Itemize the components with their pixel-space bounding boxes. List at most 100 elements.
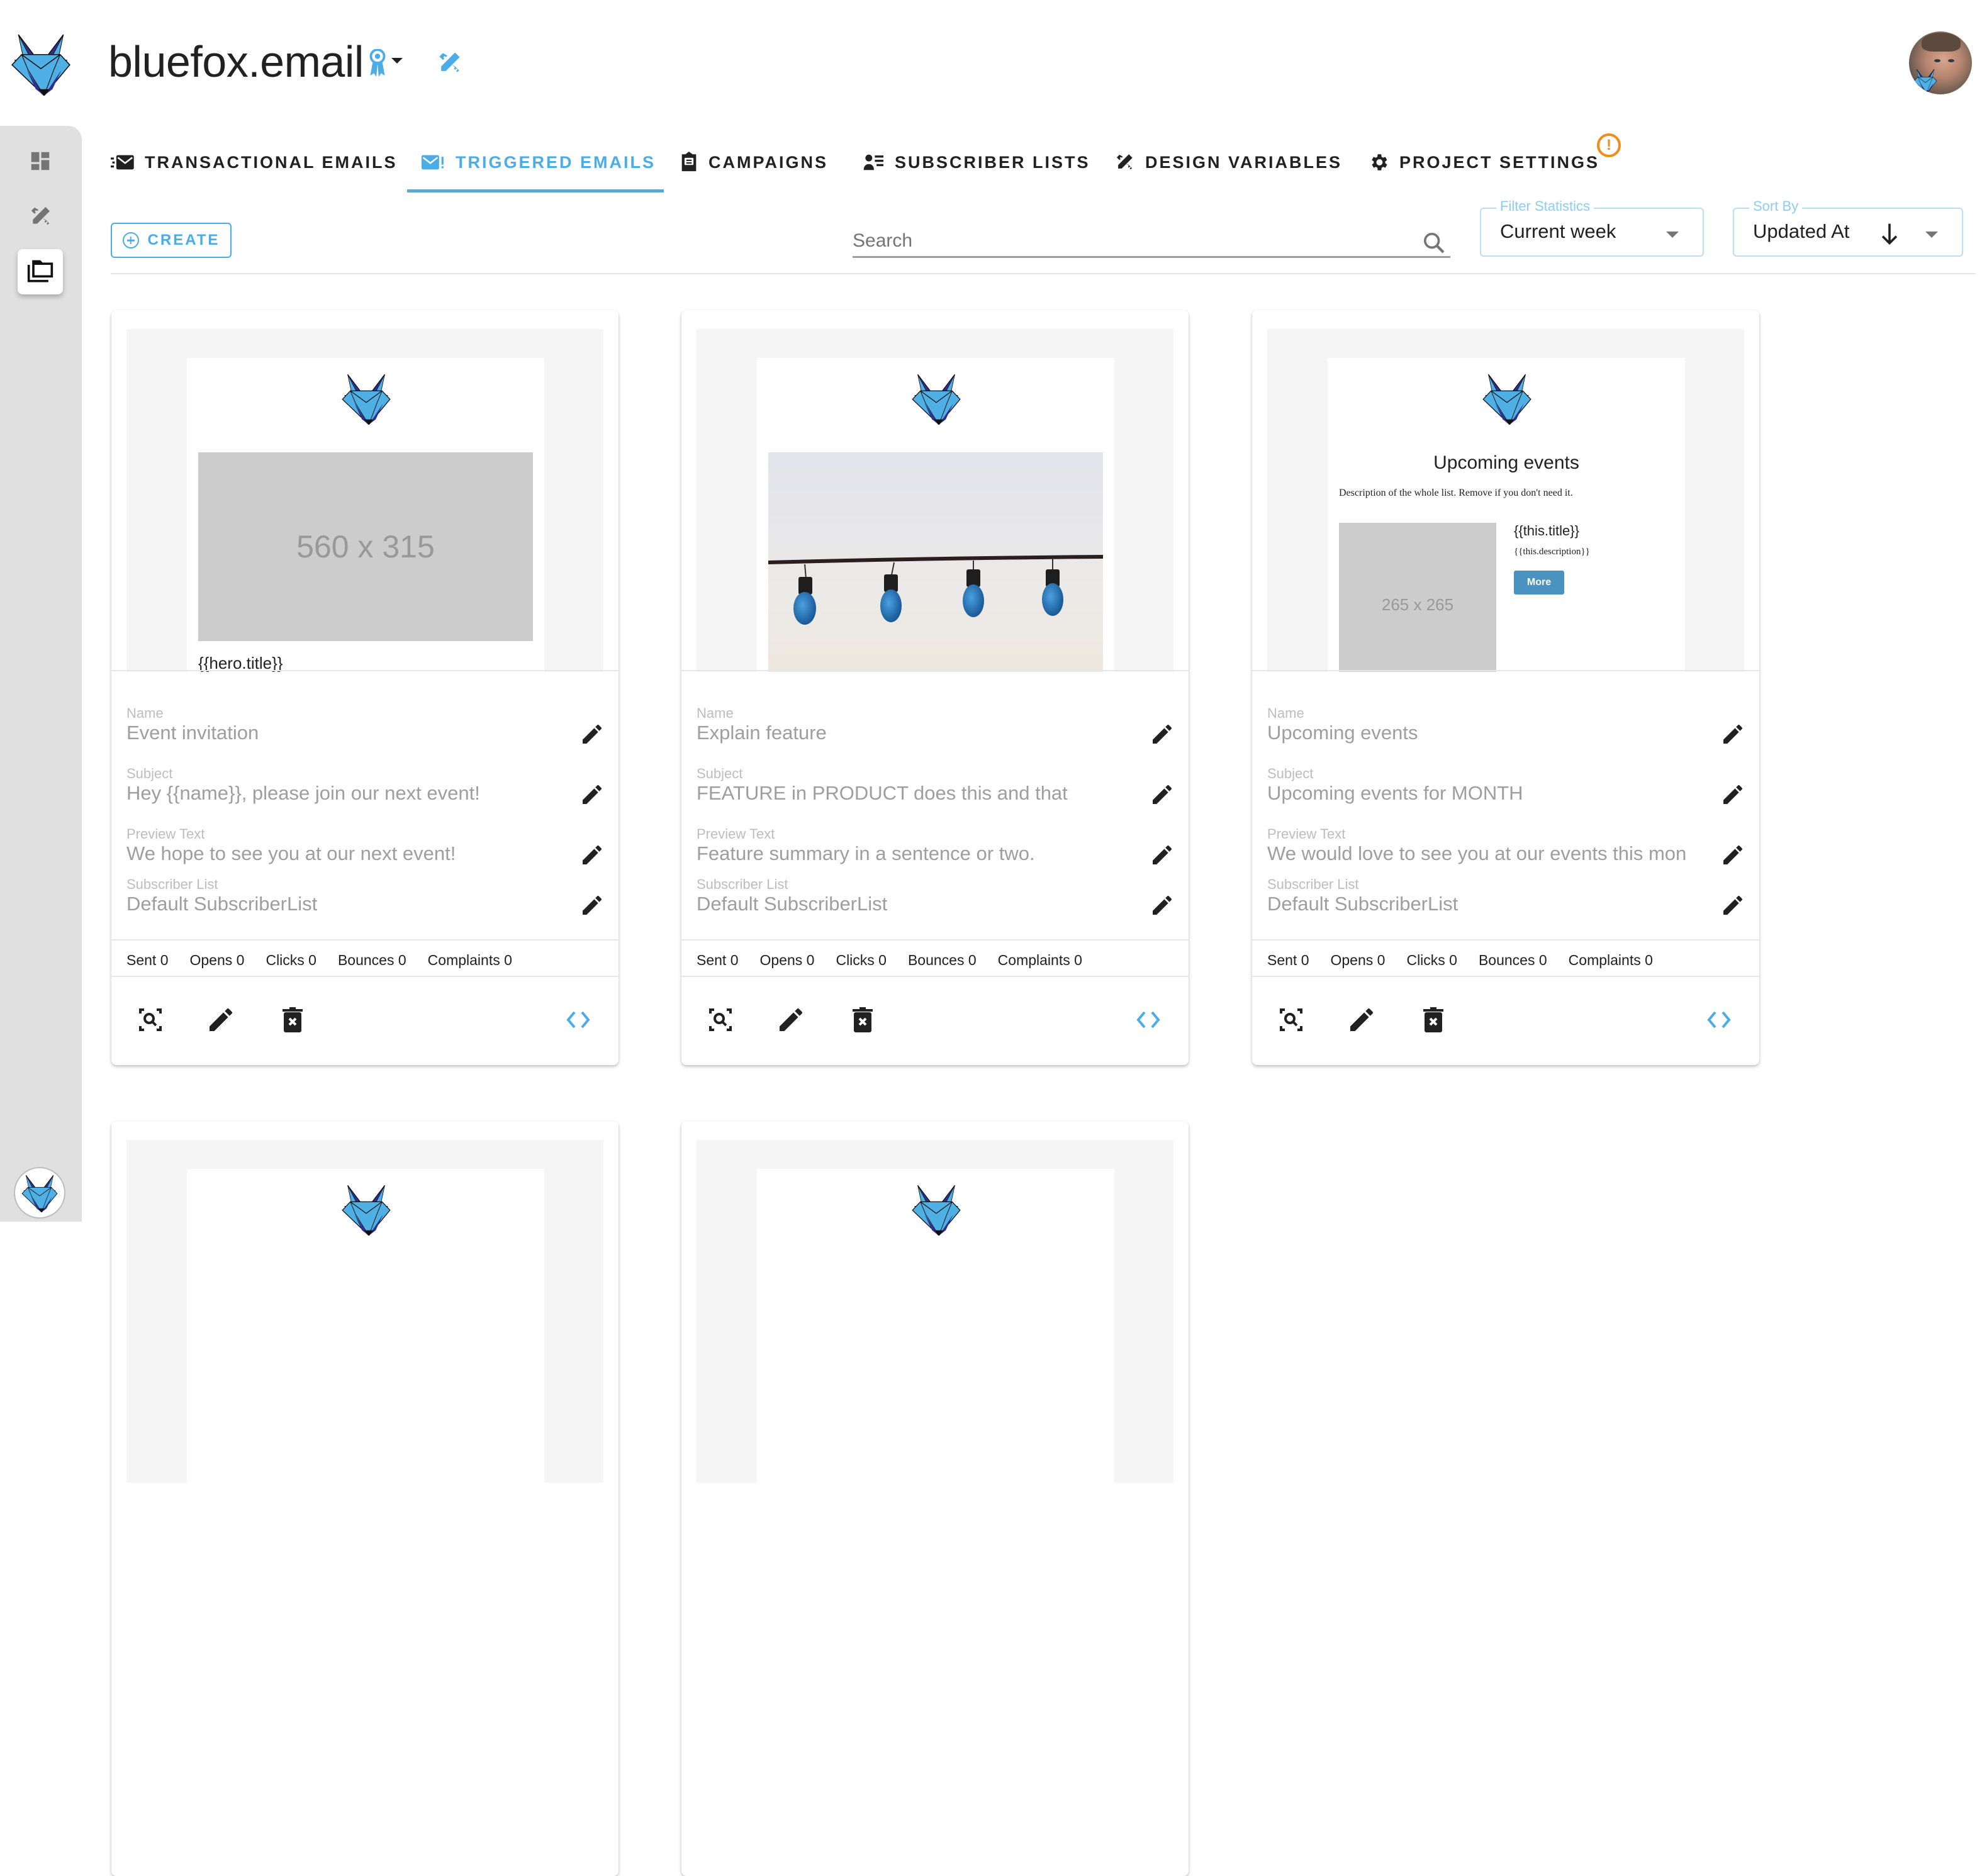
image-placeholder: 560 x 315 xyxy=(198,452,533,641)
tab-triggered-emails[interactable]: TRIGGERED EMAILS xyxy=(422,143,656,181)
tab-transactional-emails[interactable]: TRANSACTIONAL EMAILS xyxy=(111,143,398,181)
image-placeholder: 265 x 265 xyxy=(1339,523,1496,672)
tab-label: TRIGGERED EMAILS xyxy=(456,152,656,172)
stat-complaints: Complaints 0 xyxy=(1568,952,1653,968)
sidebar-item-design[interactable] xyxy=(18,194,63,239)
code-icon[interactable] xyxy=(563,1005,593,1035)
divider xyxy=(111,670,619,671)
field-value: Feature summary in a sentence or two. xyxy=(697,842,1035,864)
create-button[interactable]: CREATE xyxy=(111,223,232,258)
tab-project-settings[interactable]: PROJECT SETTINGS xyxy=(1368,143,1599,181)
email-preview[interactable]: 560 x 315 {{hero.title}} xyxy=(126,329,603,672)
card-actions xyxy=(111,977,619,1065)
edit-icon[interactable] xyxy=(1720,893,1745,918)
tab-label: SUBSCRIBER LISTS xyxy=(895,152,1090,172)
item-title: {{this.title}} xyxy=(1514,523,1579,539)
edit-icon[interactable] xyxy=(1720,842,1745,868)
stat-clicks: Clicks 0 xyxy=(266,952,316,968)
project-dropdown-caret-icon[interactable] xyxy=(391,58,403,64)
email-fast-icon xyxy=(111,155,134,170)
bluefox-logo-icon[interactable] xyxy=(5,31,77,96)
light-bulbs-photo xyxy=(768,452,1103,672)
tab-design-variables[interactable]: DESIGN VARIABLES xyxy=(1114,143,1342,181)
field-label: Preview Text xyxy=(697,826,775,842)
stat-sent: Sent 0 xyxy=(1267,952,1309,968)
delete-icon[interactable] xyxy=(848,1005,878,1035)
tab-campaigns[interactable]: CAMPAIGNS xyxy=(680,143,828,181)
create-button-label: CREATE xyxy=(147,232,220,248)
sort-by-select[interactable]: Sort By Updated At xyxy=(1733,198,1963,257)
preview-icon[interactable] xyxy=(705,1005,736,1035)
divider xyxy=(111,939,619,941)
field-label: Subscriber List xyxy=(697,876,788,892)
tab-label: DESIGN VARIABLES xyxy=(1145,152,1343,172)
events-description: Description of the whole list. Remove if… xyxy=(1339,488,1573,498)
sidebar-item-dashboard[interactable] xyxy=(18,138,63,184)
user-avatar[interactable] xyxy=(1909,31,1972,94)
stat-bounces: Bounces 0 xyxy=(1478,952,1547,968)
arrow-down-icon[interactable] xyxy=(1880,221,1899,247)
field-label: Preview Text xyxy=(126,826,205,842)
email-preview-body: 560 x 315 {{hero.title}} xyxy=(187,358,544,672)
stat-bounces: Bounces 0 xyxy=(907,952,977,968)
edit-icon[interactable] xyxy=(1150,782,1175,807)
email-preview-body xyxy=(757,358,1114,672)
warning-icon: ! xyxy=(1597,133,1621,157)
bluefox-logo-icon xyxy=(342,1185,391,1236)
edit-icon[interactable] xyxy=(1150,893,1175,918)
email-preview[interactable]: Upcoming events Description of the whole… xyxy=(1267,329,1744,672)
sort-by-label: Sort By xyxy=(1749,198,1803,215)
delete-icon[interactable] xyxy=(1418,1005,1448,1035)
search-input[interactable] xyxy=(853,226,1406,255)
preview-icon[interactable] xyxy=(135,1005,165,1035)
edit-icon[interactable] xyxy=(1720,782,1745,807)
field-label: Subscriber List xyxy=(126,876,218,892)
events-title: Upcoming events xyxy=(1433,452,1579,473)
divider xyxy=(1252,670,1759,671)
edit-icon[interactable] xyxy=(579,842,605,868)
divider xyxy=(111,273,1976,274)
edit-icon[interactable] xyxy=(1720,722,1745,747)
project-title[interactable]: bluefox.email xyxy=(108,35,364,88)
sidebar-item-projects[interactable] xyxy=(18,249,63,294)
filter-statistics-select[interactable]: Filter Statistics Current week xyxy=(1480,198,1704,257)
add-circle-icon xyxy=(122,232,139,248)
divider xyxy=(681,939,1189,941)
search-icon[interactable] xyxy=(1421,230,1447,255)
edit-icon[interactable] xyxy=(1150,842,1175,868)
email-preview-body xyxy=(757,1169,1114,1483)
sidebar-bluefox-logo[interactable] xyxy=(14,1167,65,1219)
email-alert-icon xyxy=(422,155,444,170)
edit-icon[interactable] xyxy=(579,722,605,747)
email-preview[interactable] xyxy=(697,329,1173,672)
account-list-icon xyxy=(863,154,883,170)
field-value: FEATURE in PRODUCT does this and that xyxy=(697,782,1068,804)
stats-row: Sent 0 Opens 0 Clicks 0 Bounces 0 Compla… xyxy=(126,952,512,969)
design-tools-icon[interactable] xyxy=(435,49,463,77)
field-value: We would love to see you at our events t… xyxy=(1267,842,1687,864)
email-preview[interactable] xyxy=(126,1140,603,1483)
email-campaign-icon xyxy=(681,152,697,172)
active-tab-indicator xyxy=(407,189,664,193)
preview-icon[interactable] xyxy=(1276,1005,1306,1035)
edit-icon[interactable] xyxy=(579,782,605,807)
field-label: Subject xyxy=(126,766,173,781)
tab-subscriber-lists[interactable]: SUBSCRIBER LISTS xyxy=(863,143,1090,181)
stats-row: Sent 0 Opens 0 Clicks 0 Bounces 0 Compla… xyxy=(1267,952,1653,969)
edit-icon[interactable] xyxy=(1150,722,1175,747)
card-actions xyxy=(1252,977,1759,1065)
bluefox-logo-icon xyxy=(912,374,961,425)
code-icon[interactable] xyxy=(1704,1005,1734,1035)
stat-opens: Opens 0 xyxy=(189,952,245,968)
edit-icon[interactable] xyxy=(776,1005,806,1035)
email-preview[interactable] xyxy=(697,1140,1173,1483)
email-card xyxy=(111,1121,619,1876)
edit-icon[interactable] xyxy=(579,893,605,918)
code-icon[interactable] xyxy=(1133,1005,1163,1035)
field-value: Default SubscriberList xyxy=(126,893,318,915)
field-value: Upcoming events for MONTH xyxy=(1267,782,1523,804)
edit-icon[interactable] xyxy=(1347,1005,1377,1035)
edit-icon[interactable] xyxy=(206,1005,236,1035)
delete-icon[interactable] xyxy=(277,1005,308,1035)
field-label: Name xyxy=(697,705,734,721)
